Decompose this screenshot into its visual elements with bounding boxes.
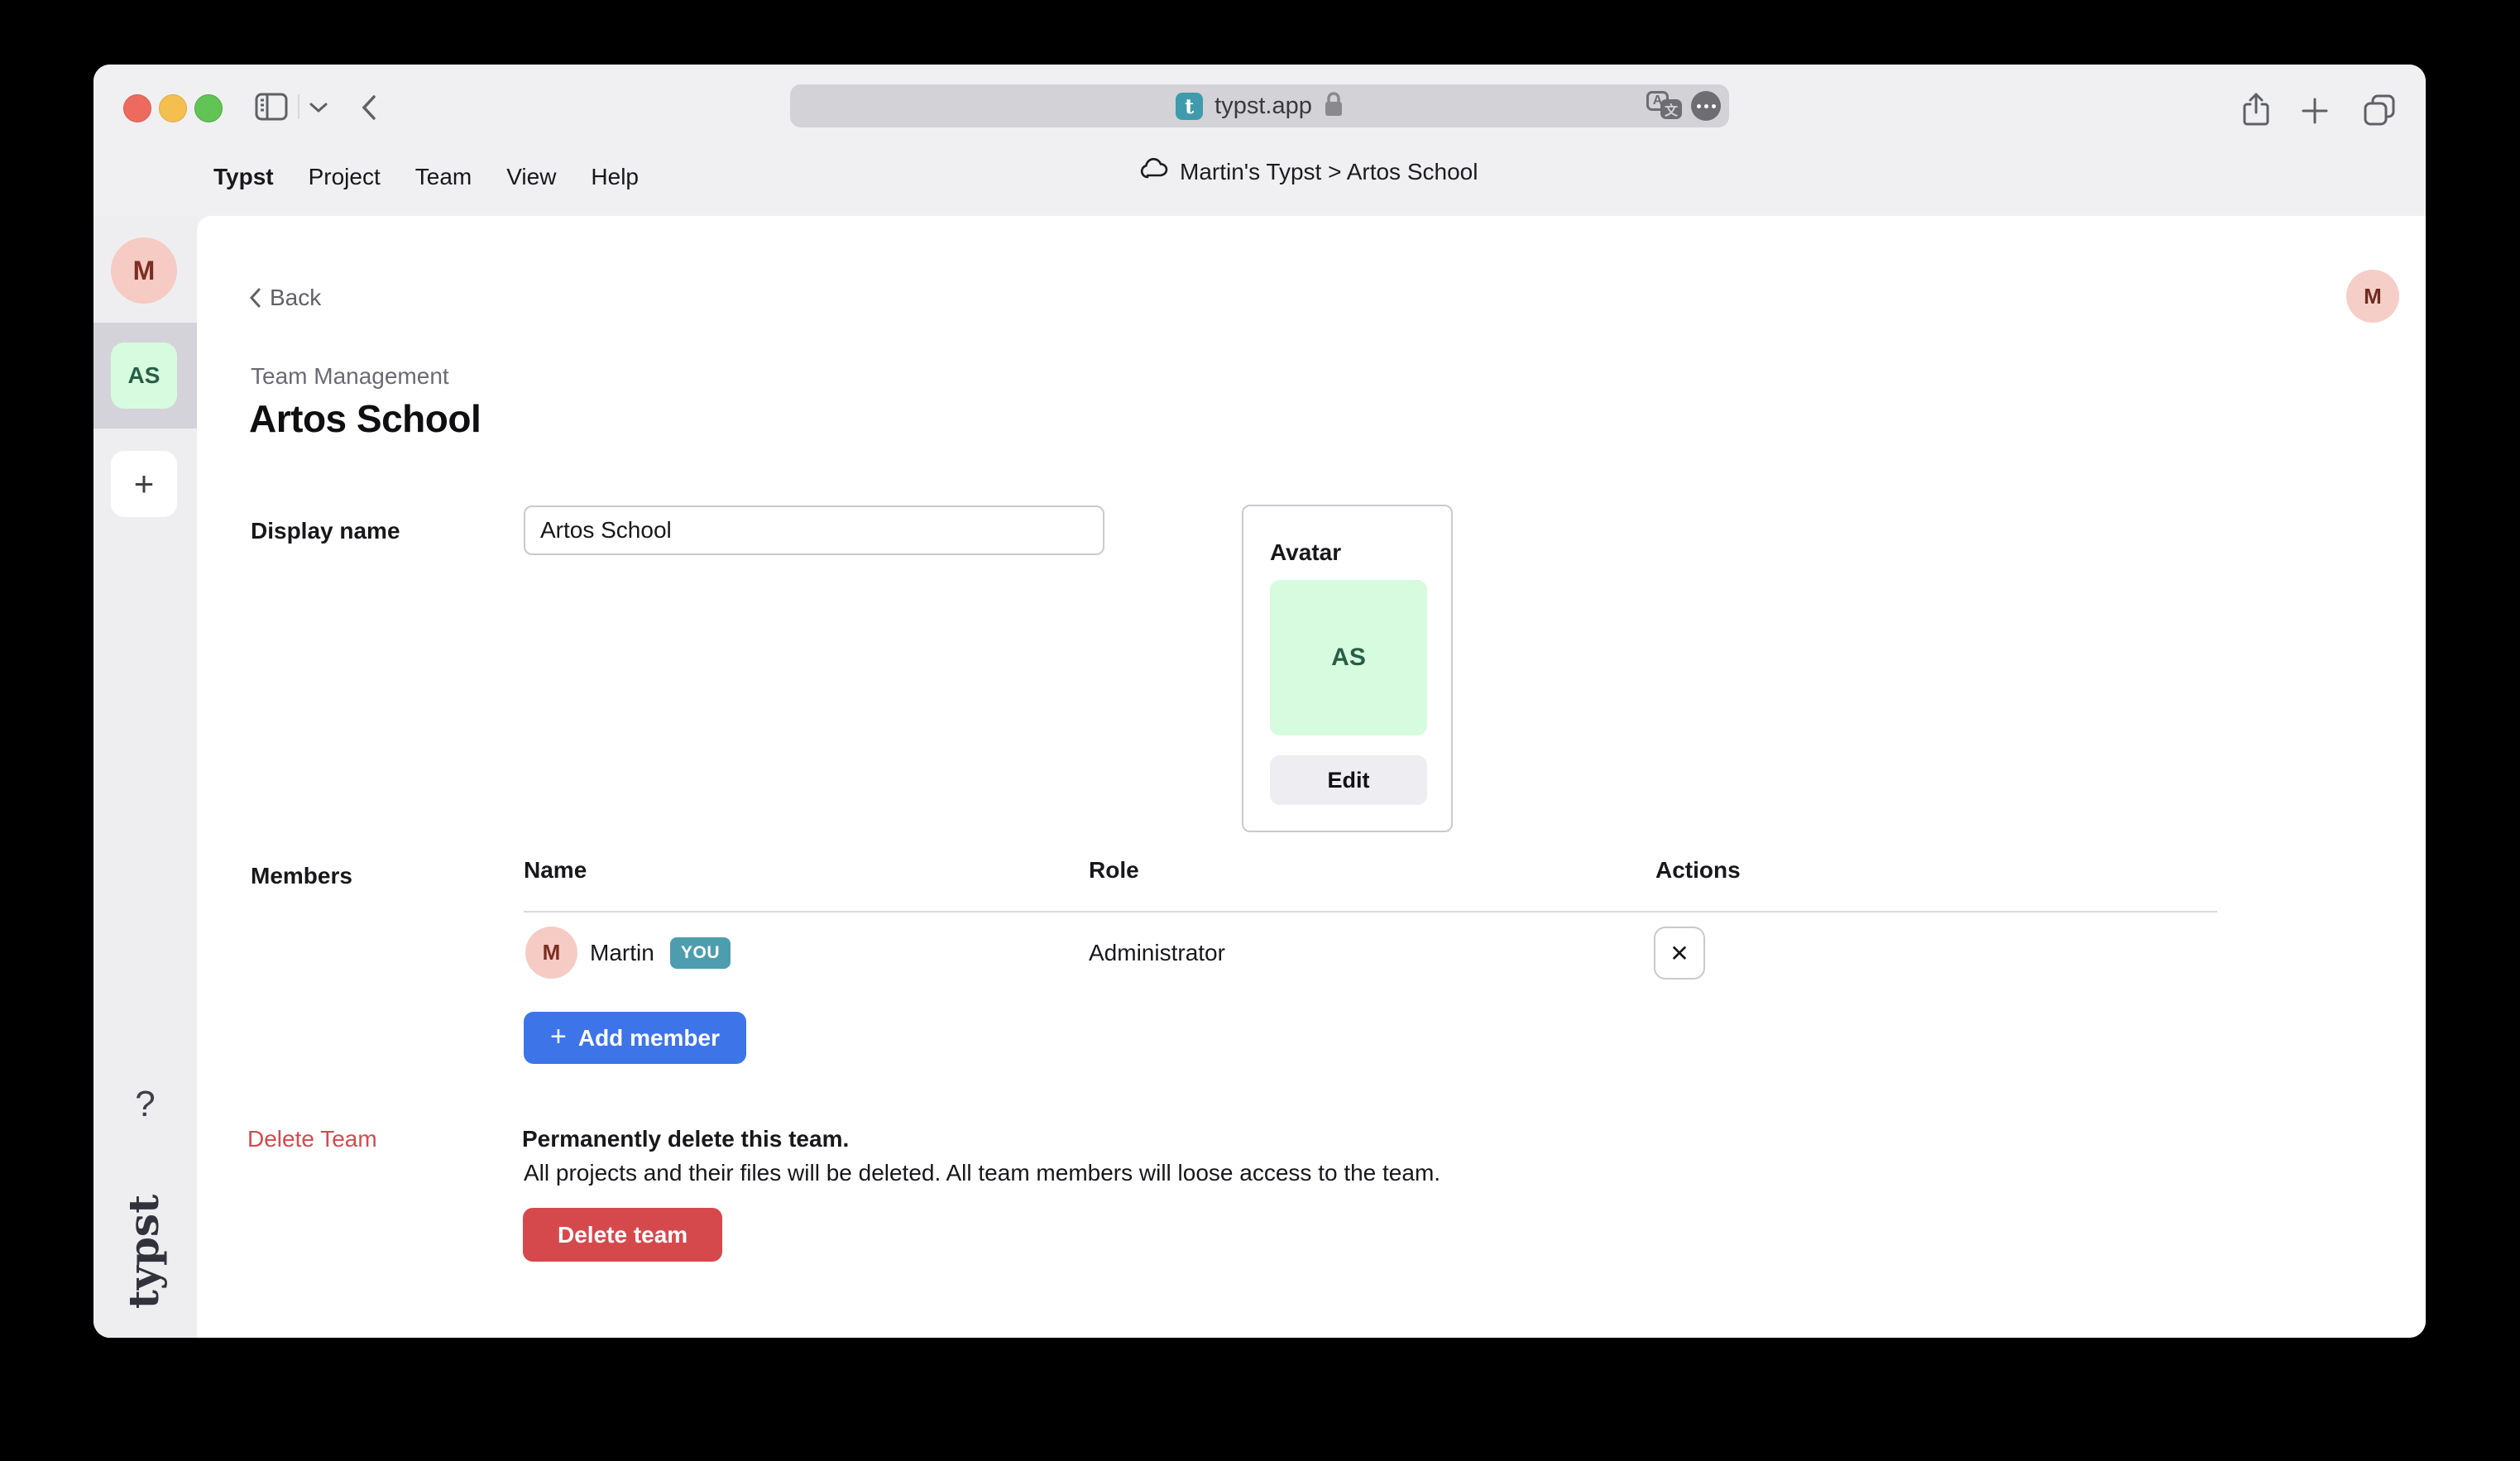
zoom-window-button[interactable] bbox=[194, 94, 223, 122]
avatar-card: Avatar AS Edit bbox=[1242, 505, 1453, 832]
remove-member-button[interactable]: ✕ bbox=[1654, 927, 1705, 980]
section-label: Team Management bbox=[251, 363, 449, 390]
back-label: Back bbox=[270, 285, 321, 311]
close-window-button[interactable] bbox=[123, 94, 151, 122]
main-content: M Back Team Management Artos School Disp… bbox=[197, 216, 2426, 1338]
back-navigation-icon[interactable] bbox=[360, 94, 378, 125]
team-avatar-preview: AS bbox=[1270, 580, 1427, 735]
new-tab-icon[interactable] bbox=[2300, 96, 2330, 130]
chevron-left-icon bbox=[249, 287, 261, 309]
cloud-icon bbox=[1140, 158, 1170, 185]
sidebar-toggle-icon[interactable] bbox=[255, 93, 288, 125]
avatar-card-title: Avatar bbox=[1270, 539, 1341, 566]
typst-logo: typst bbox=[119, 1190, 169, 1314]
menu-help[interactable]: Help bbox=[591, 164, 639, 190]
help-button[interactable]: ? bbox=[93, 1084, 197, 1125]
column-header-role: Role bbox=[1089, 857, 1139, 884]
breadcrumb[interactable]: Martin's Typst > Artos School bbox=[1140, 158, 1478, 185]
tab-overview-icon[interactable] bbox=[2362, 93, 2397, 132]
address-bar[interactable]: t typst.app A文 bbox=[790, 84, 1729, 127]
browser-window: t typst.app A文 bbox=[93, 65, 2426, 1338]
column-header-actions: Actions bbox=[1655, 857, 1741, 884]
table-header-divider bbox=[524, 911, 2217, 913]
plus-icon: + bbox=[550, 1021, 567, 1053]
minimize-window-button[interactable] bbox=[159, 94, 187, 122]
display-name-label: Display name bbox=[251, 518, 400, 544]
add-member-button[interactable]: + Add member bbox=[524, 1012, 746, 1064]
delete-team-heading: Permanently delete this team. bbox=[522, 1126, 849, 1152]
translate-icon[interactable]: A文 bbox=[1646, 89, 1684, 122]
delete-team-button[interactable]: Delete team bbox=[523, 1208, 722, 1262]
page-title: Artos School bbox=[249, 396, 481, 441]
menu-view[interactable]: View bbox=[506, 164, 556, 190]
edit-avatar-button[interactable]: Edit bbox=[1270, 755, 1427, 805]
delete-team-description: All projects and their files will be del… bbox=[524, 1160, 1440, 1186]
user-avatar[interactable]: M bbox=[2346, 270, 2399, 323]
member-name: Martin bbox=[590, 940, 654, 966]
menu-team[interactable]: Team bbox=[415, 164, 472, 190]
close-icon: ✕ bbox=[1670, 940, 1689, 967]
sidebar-item-artos-school-team[interactable]: AS bbox=[111, 342, 177, 409]
add-member-label: Add member bbox=[578, 1025, 720, 1051]
you-badge: YOU bbox=[670, 937, 731, 969]
page-options-icon[interactable] bbox=[1691, 91, 1721, 121]
share-icon[interactable] bbox=[2240, 93, 2273, 132]
site-favicon: t bbox=[1176, 93, 1203, 120]
member-role: Administrator bbox=[1089, 940, 1225, 966]
browser-toolbar: t typst.app A文 bbox=[93, 65, 2426, 216]
url-text: typst.app bbox=[1214, 93, 1312, 120]
breadcrumb-text: Martin's Typst > Artos School bbox=[1180, 159, 1478, 185]
sidebar-item-martin-workspace[interactable]: M bbox=[111, 237, 177, 304]
chevron-down-icon[interactable] bbox=[309, 101, 328, 118]
plus-icon: + bbox=[134, 464, 155, 504]
question-mark-icon: ? bbox=[135, 1084, 155, 1124]
members-label: Members bbox=[251, 863, 352, 889]
back-link[interactable]: Back bbox=[249, 285, 321, 311]
lock-icon bbox=[1324, 91, 1344, 122]
delete-team-label: Delete Team bbox=[247, 1126, 377, 1152]
app-menu-bar: Typst Project Team View Help bbox=[213, 164, 639, 190]
column-header-name: Name bbox=[524, 857, 587, 884]
menu-typst[interactable]: Typst bbox=[213, 164, 274, 190]
toolbar-divider bbox=[298, 94, 299, 119]
member-avatar: M bbox=[525, 927, 577, 979]
add-workspace-button[interactable]: + bbox=[111, 451, 177, 517]
display-name-input[interactable] bbox=[524, 505, 1104, 555]
menu-project[interactable]: Project bbox=[309, 164, 381, 190]
